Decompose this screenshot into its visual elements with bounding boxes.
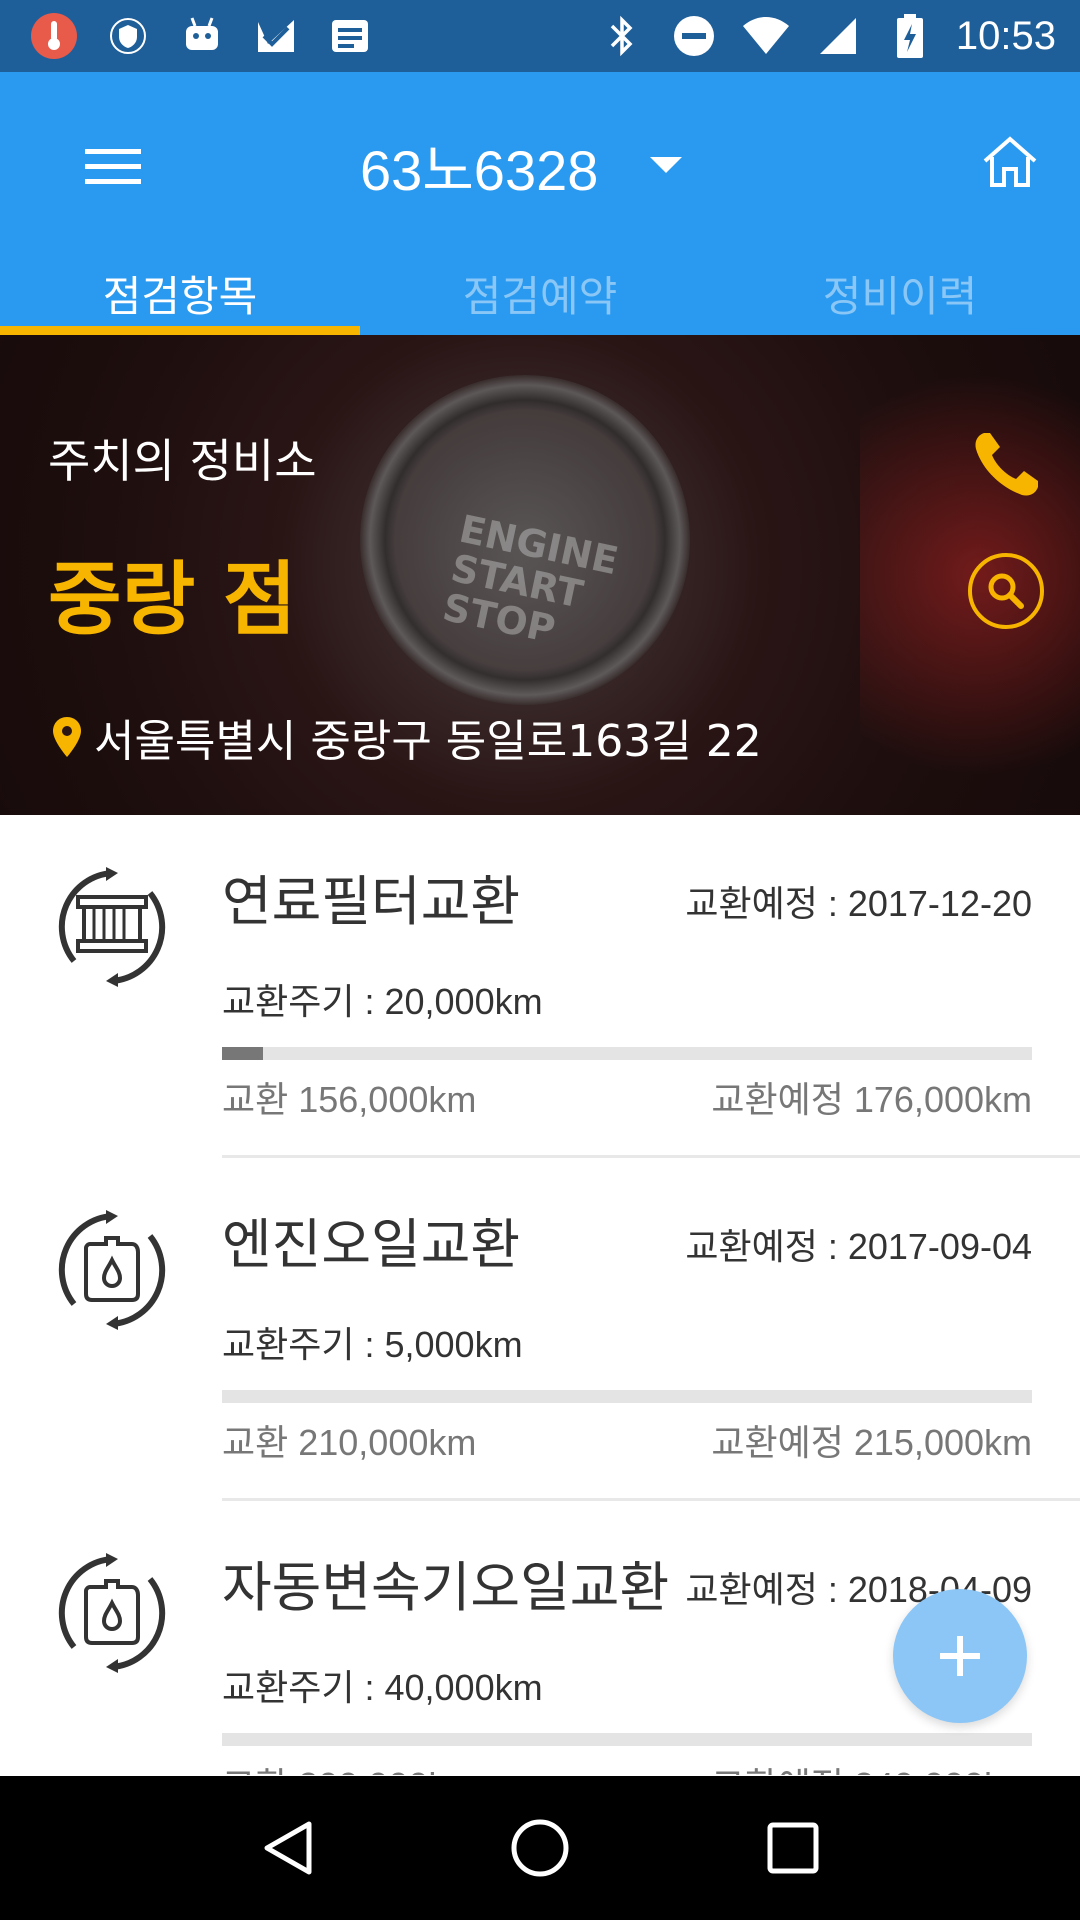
home-circle-icon <box>511 1819 569 1877</box>
wifi-icon <box>740 10 792 62</box>
list-item[interactable]: 연료필터교환 교환예정 : 2017-12-20 교환주기 : 20,000km… <box>0 815 1080 1158</box>
shop-address: 서울특별시 중랑구 동일로163길 22 <box>52 705 762 769</box>
hamburger-menu-icon <box>85 149 141 184</box>
oil-can-icon <box>58 1210 166 1330</box>
tab-bar: 점검항목 점검예약 정비이력 <box>0 252 1080 335</box>
item-next-replacement: 교환예정 215,000km <box>711 1422 1032 1463</box>
home-nav-button[interactable] <box>495 1803 585 1893</box>
message-icon <box>324 10 376 62</box>
oil-can-icon <box>58 1553 166 1673</box>
shop-search-button[interactable] <box>968 553 1044 629</box>
battery-charging-icon <box>884 10 936 62</box>
do-not-disturb-icon <box>668 10 720 62</box>
phone-icon <box>975 433 1038 496</box>
caret-down-icon <box>650 157 683 173</box>
thermometer-icon <box>28 10 80 62</box>
fuel-filter-icon <box>58 867 166 987</box>
recents-button[interactable] <box>748 1803 838 1893</box>
location-pin-icon <box>53 717 81 757</box>
add-item-button[interactable] <box>893 1589 1027 1723</box>
system-nav-bar <box>0 1776 1080 1920</box>
item-due-date: 교환예정 : 2017-12-20 <box>685 883 1032 924</box>
back-triangle-icon <box>264 1821 312 1875</box>
tab-maintenance-history[interactable]: 정비이력 <box>720 252 1080 335</box>
vehicle-number: 63노6328 <box>360 138 599 202</box>
home-button[interactable] <box>970 122 1050 202</box>
vehicle-selector[interactable]: 63노6328 <box>360 116 683 216</box>
call-button[interactable] <box>970 427 1044 501</box>
item-cycle: 교환주기 : 20,000km <box>222 981 543 1022</box>
item-title: 자동변속기오일교환 <box>222 1556 670 1619</box>
item-progress-bar <box>222 1047 1032 1060</box>
item-progress-bar <box>222 1733 1032 1746</box>
address-text: 서울특별시 중랑구 동일로163길 22 <box>94 716 762 767</box>
background-glow <box>860 335 1080 815</box>
progress-fill <box>222 1047 263 1060</box>
android-icon <box>176 10 228 62</box>
recents-square-icon <box>767 1822 819 1874</box>
app-bar: 63노6328 점검항목 점검예약 정비이력 <box>0 72 1080 335</box>
item-title: 엔진오일교환 <box>222 1213 521 1276</box>
item-next-replacement: 교환예정 240,000km <box>711 1757 1032 1775</box>
item-next-replacement: 교환예정 176,000km <box>711 1079 1032 1120</box>
item-title: 연료필터교환 <box>222 870 521 933</box>
shop-name: 중랑 점 <box>48 553 297 646</box>
task-check-icon <box>250 10 302 62</box>
menu-button[interactable] <box>78 132 148 202</box>
back-button[interactable] <box>242 1803 332 1893</box>
item-progress-bar <box>222 1390 1032 1403</box>
item-due-date: 교환예정 : 2017-09-04 <box>685 1226 1032 1267</box>
item-cycle: 교환주기 : 40,000km <box>222 1667 543 1708</box>
status-bar: 10:53 <box>0 0 1080 72</box>
tab-inspection-items[interactable]: 점검항목 <box>0 252 360 335</box>
list-item[interactable]: 엔진오일교환 교환예정 : 2017-09-04 교환주기 : 5,000km … <box>0 1158 1080 1501</box>
plus-icon <box>940 1636 980 1676</box>
bluetooth-icon <box>596 10 648 62</box>
tab-inspection-booking[interactable]: 점검예약 <box>360 252 720 335</box>
item-cycle: 교환주기 : 5,000km <box>222 1324 523 1365</box>
clock: 10:53 <box>955 13 1056 58</box>
signal-icon <box>812 10 864 62</box>
item-last-replacement: 교환 200,000km <box>222 1757 476 1775</box>
item-last-replacement: 교환 210,000km <box>222 1422 477 1463</box>
home-icon <box>983 136 1037 187</box>
vpn-shield-icon <box>102 10 154 62</box>
search-icon <box>988 573 1024 609</box>
shop-label: 주치의 정비소 <box>48 434 317 488</box>
item-last-replacement: 교환 156,000km <box>222 1079 477 1120</box>
shop-hero: ENGINE START STOP 주치의 정비소 중랑 점 서울특별시 중랑구… <box>0 335 1080 815</box>
